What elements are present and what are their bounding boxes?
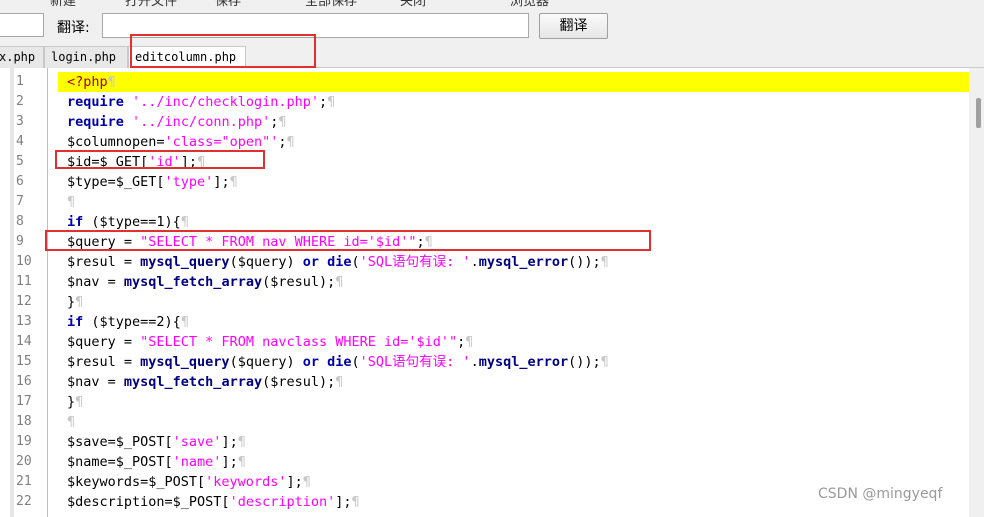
line-number: 4	[16, 134, 24, 149]
translate-label: 翻译:	[57, 20, 90, 36]
code-line[interactable]: $description=$_POST['description'];¶	[67, 492, 360, 512]
pilcrow-icon: ¶	[75, 294, 84, 310]
pilcrow-icon: ¶	[237, 434, 246, 450]
pilcrow-icon: ¶	[180, 314, 189, 330]
translate-button[interactable]: 翻译	[539, 13, 608, 39]
line-number: 11	[16, 274, 32, 289]
toolbar: 新建 打开文件 保存 全部保存 关闭 浏览器	[0, 0, 984, 8]
pilcrow-icon: ¶	[180, 214, 189, 230]
code-line[interactable]: require '../inc/conn.php';¶	[67, 112, 287, 132]
line-number: 7	[16, 194, 24, 209]
line-number: 9	[16, 234, 24, 249]
pilcrow-icon: ¶	[278, 114, 287, 130]
pilcrow-icon: ¶	[107, 74, 116, 90]
code-editor[interactable]: 1 2 3 4 5 6 7 8 9 10 11 12 13 14 15 16 17 18 19 20 21 22 <?ph…	[0, 68, 984, 517]
code-line[interactable]: ¶	[67, 192, 75, 212]
watermark: CSDN @mingyeqf	[818, 486, 943, 502]
toolbar-save-button[interactable]: 保存	[215, 0, 241, 8]
pilcrow-icon: ¶	[197, 154, 206, 170]
toolbar-saveall-button[interactable]: 全部保存	[305, 0, 357, 8]
code-line[interactable]: $columnopen='class="open"';¶	[67, 132, 295, 152]
tab-x-php[interactable]: x.php	[0, 46, 44, 68]
current-line-highlight	[58, 72, 969, 92]
line-number: 19	[16, 434, 32, 449]
code-line[interactable]: <?php¶	[67, 72, 116, 92]
pilcrow-icon: ¶	[351, 494, 360, 510]
scrollbar-thumb[interactable]	[976, 98, 981, 128]
pilcrow-icon: ¶	[335, 274, 344, 290]
pilcrow-icon: ¶	[327, 94, 336, 110]
pilcrow-icon: ¶	[600, 254, 609, 270]
line-number: 2	[16, 94, 24, 109]
line-number: 10	[16, 254, 32, 269]
pilcrow-icon: ¶	[600, 354, 609, 370]
line-number: 15	[16, 354, 32, 369]
code-line[interactable]: $id=$_GET['id'];¶	[67, 152, 205, 172]
line-number: 17	[16, 394, 32, 409]
pilcrow-icon: ¶	[465, 334, 474, 350]
line-number: 13	[16, 314, 32, 329]
code-line[interactable]: $nav = mysql_fetch_array($resul);¶	[67, 272, 343, 292]
line-number: 21	[16, 474, 32, 489]
pilcrow-icon: ¶	[229, 174, 238, 190]
code-line[interactable]: }¶	[67, 292, 83, 312]
tab-editcolumn-php[interactable]: editcolumn.php	[128, 46, 246, 69]
line-number: 5	[16, 154, 24, 169]
line-number: 16	[16, 374, 32, 389]
code-line[interactable]: $keywords=$_POST['keywords'];¶	[67, 472, 311, 492]
toolbar-open-button[interactable]: 打开文件	[125, 0, 177, 8]
pilcrow-icon: ¶	[237, 454, 246, 470]
code-line[interactable]: }¶	[67, 392, 83, 412]
line-number: 14	[16, 334, 32, 349]
code-line[interactable]: ¶	[67, 412, 75, 432]
vertical-scrollbar[interactable]	[969, 68, 984, 517]
toolbar-close-button[interactable]: 关闭	[400, 0, 426, 8]
code-line[interactable]: $query = "SELECT * FROM nav WHERE id='$i…	[67, 232, 433, 252]
code-line[interactable]: $resul = mysql_query($query) or die('SQL…	[67, 352, 609, 372]
translate-bar: 翻译: 翻译	[0, 8, 984, 44]
code-line[interactable]: if ($type==1){¶	[67, 212, 189, 232]
search-input[interactable]	[0, 13, 44, 37]
code-line[interactable]: require '../inc/checklogin.php';¶	[67, 92, 335, 112]
pilcrow-icon: ¶	[75, 394, 84, 410]
pilcrow-icon: ¶	[67, 414, 76, 430]
line-number: 22	[16, 494, 32, 509]
line-number: 1	[16, 74, 24, 89]
code-line[interactable]: $nav = mysql_fetch_array($resul);¶	[67, 372, 343, 392]
pilcrow-icon: ¶	[286, 134, 295, 150]
line-number: 3	[16, 114, 24, 129]
code-line[interactable]: $save=$_POST['save'];¶	[67, 432, 246, 452]
toolbar-new-button[interactable]: 新建	[50, 0, 76, 8]
code-line[interactable]: $resul = mysql_query($query) or die('SQL…	[67, 252, 609, 272]
line-number: 8	[16, 214, 24, 229]
code-line[interactable]: $type=$_GET['type'];¶	[67, 172, 238, 192]
fold-bar	[10, 68, 14, 517]
tab-login-php[interactable]: login.php	[44, 46, 128, 68]
line-number: 12	[16, 294, 32, 309]
translate-input[interactable]	[102, 13, 529, 38]
toolbar-browser-button[interactable]: 浏览器	[510, 0, 549, 8]
line-number: 18	[16, 414, 32, 429]
pilcrow-icon: ¶	[302, 474, 311, 490]
pilcrow-icon: ¶	[67, 194, 76, 210]
line-number: 6	[16, 174, 24, 189]
pilcrow-icon: ¶	[335, 374, 344, 390]
code-line[interactable]: $query = "SELECT * FROM navclass WHERE i…	[67, 332, 473, 352]
code-line[interactable]: $name=$_POST['name'];¶	[67, 452, 246, 472]
pilcrow-icon: ¶	[424, 234, 433, 250]
tab-bar: x.php login.php editcolumn.php	[0, 44, 984, 69]
code-line[interactable]: if ($type==2){¶	[67, 312, 189, 332]
line-number: 20	[16, 454, 32, 469]
